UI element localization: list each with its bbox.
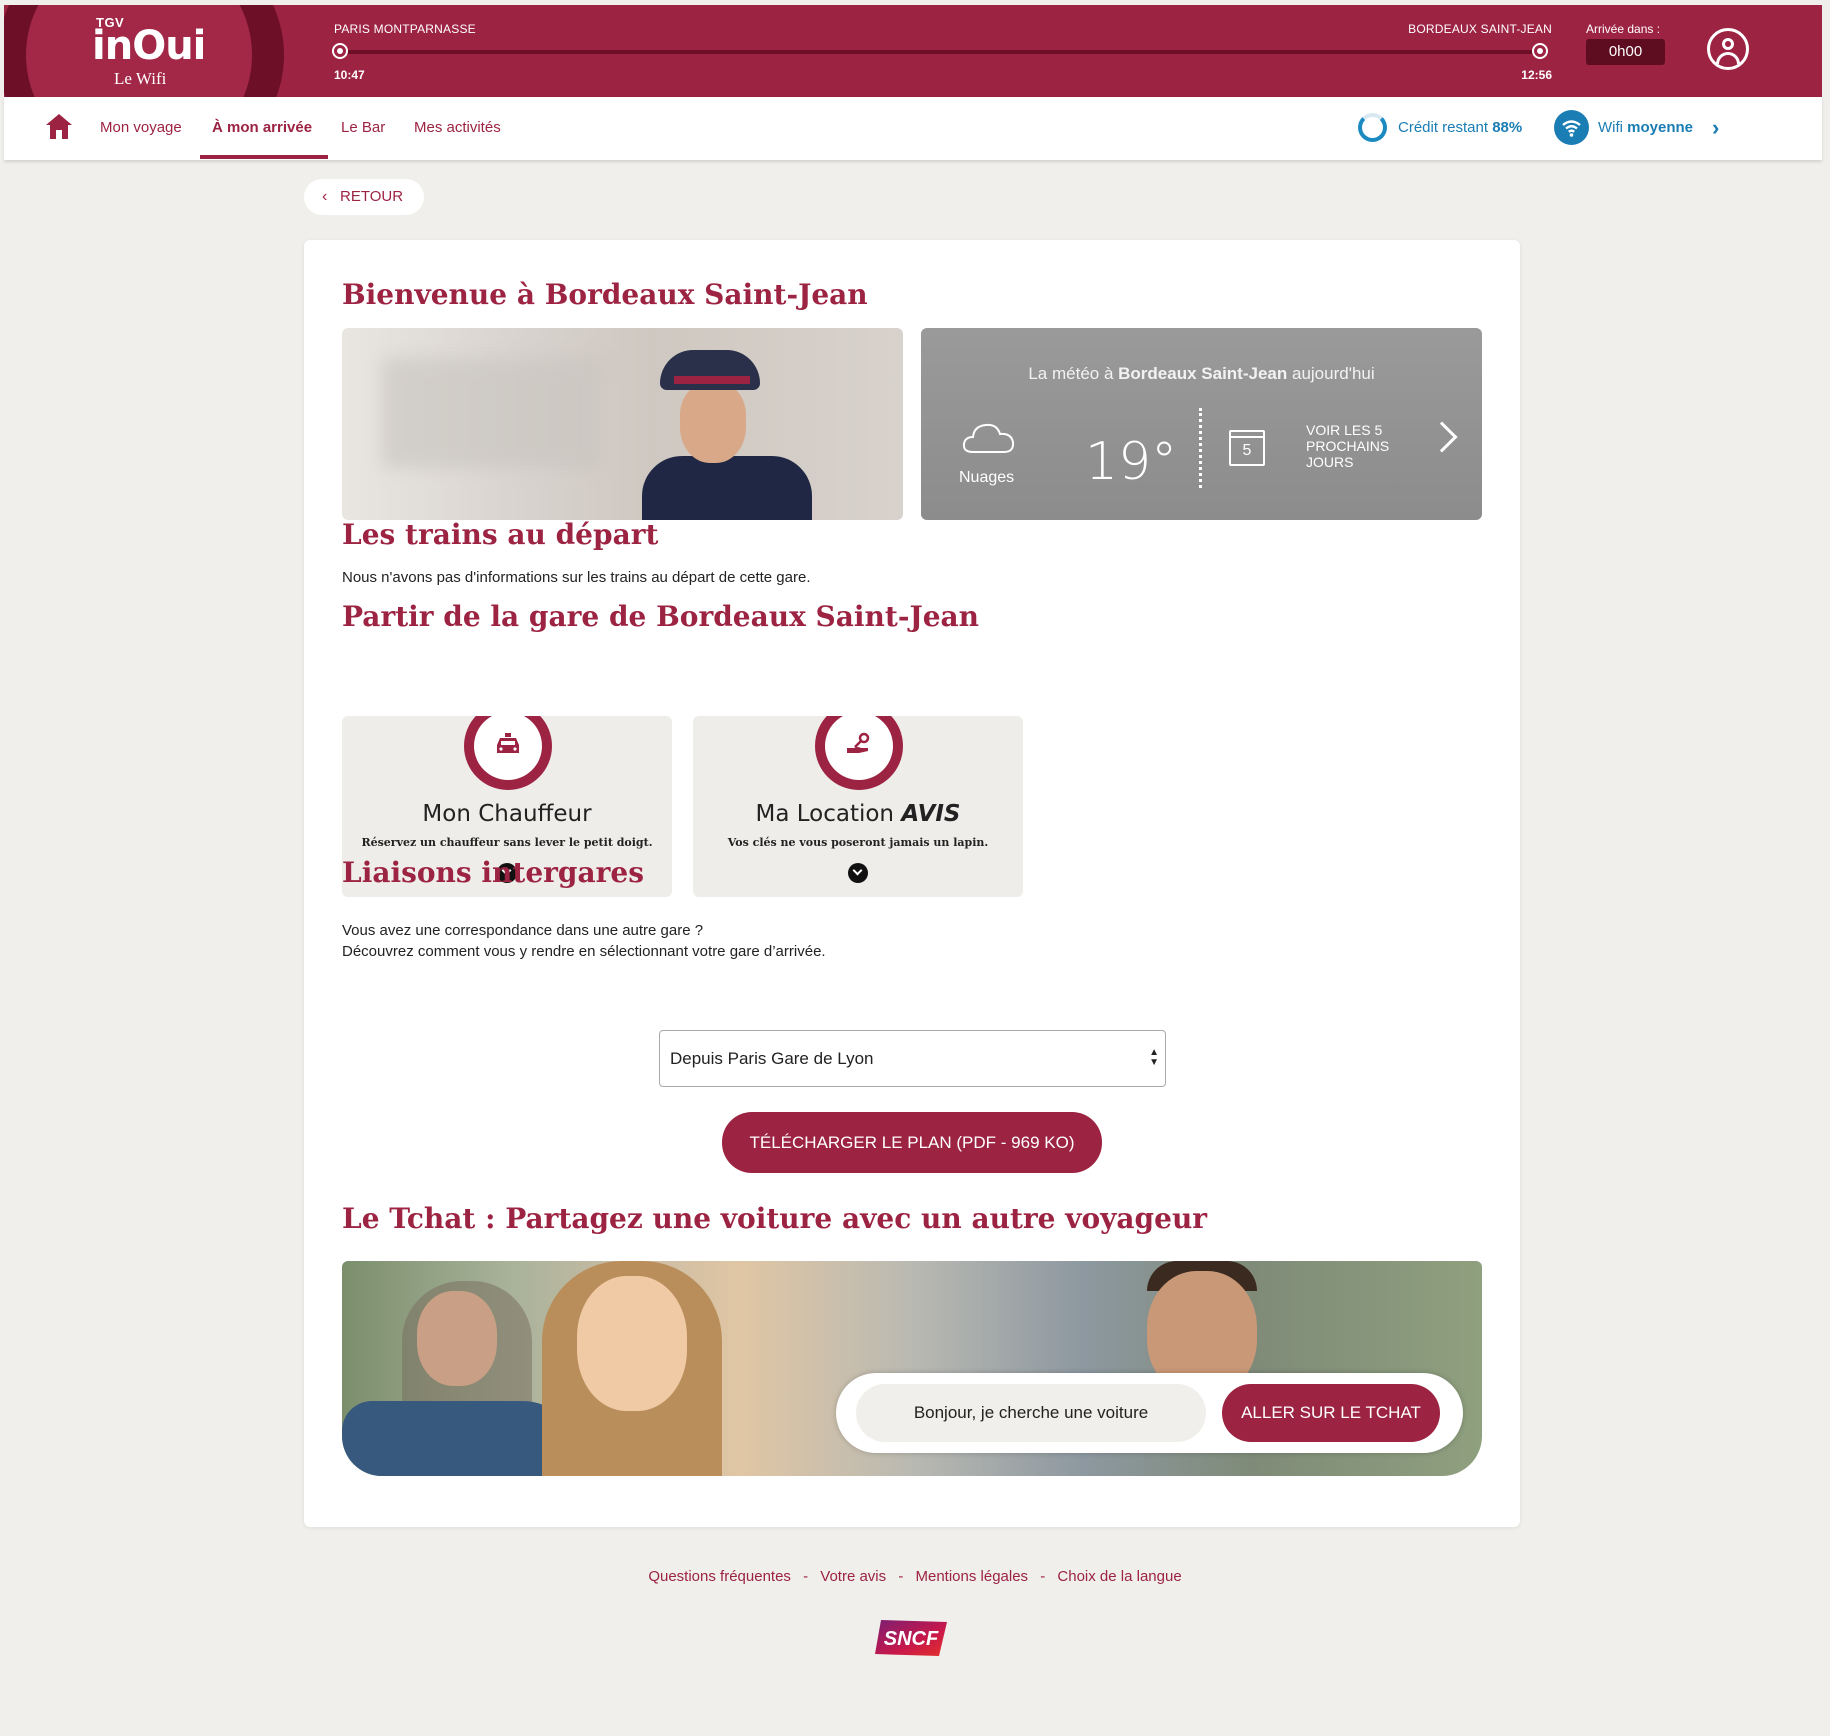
chat-cta: Bonjour, je cherche une voiture ALLER SU…: [836, 1373, 1463, 1453]
arrival-time: 12:56: [1521, 68, 1552, 82]
taxi-icon: [464, 716, 552, 790]
cloud-icon: [962, 423, 1015, 453]
weather-condition: Nuages: [959, 469, 1015, 486]
departures-message: Nous n'avons pas d'informations sur les …: [342, 569, 811, 586]
journey-progress-track: [344, 50, 1544, 54]
chat-banner: Bonjour, je cherche une voiture ALLER SU…: [342, 1261, 1482, 1476]
arrival-dot: [1532, 43, 1548, 59]
tile-description: Vos clés ne vous poseront jamais un lapi…: [727, 836, 989, 849]
weather-temperature: 19°: [1085, 432, 1178, 492]
sncf-logo: SNCF: [875, 1620, 947, 1656]
weather-widget: La météo à Bordeaux Saint-Jean aujourd'h…: [921, 328, 1482, 520]
tile-description: Réservez un chauffeur sans lever le peti…: [361, 836, 653, 849]
download-plan-button[interactable]: TÉLÉCHARGER LE PLAN (PDF - 969 KO): [722, 1112, 1102, 1173]
wifi-icon: [1554, 110, 1589, 145]
station-select-value: Depuis Paris Gare de Lyon: [670, 1049, 874, 1068]
departure-dot: [332, 43, 348, 59]
forecast-link[interactable]: VOIR LES 5 PROCHAINS JOURS: [1306, 422, 1416, 470]
nav-item-le-bar[interactable]: Le Bar: [341, 119, 385, 136]
chat-message-input[interactable]: Bonjour, je cherche une voiture: [856, 1384, 1206, 1442]
select-arrows-icon: ▲ ▼: [1149, 1047, 1159, 1068]
footer-link-legal[interactable]: Mentions légales: [915, 1568, 1028, 1585]
interstation-line2: Découvrez comment vous y rendre en sélec…: [342, 943, 826, 960]
calendar-icon[interactable]: 5: [1229, 430, 1265, 466]
leave-station-title: Partir de la gare de Bordeaux Saint-Jean: [342, 600, 980, 633]
arrival-card: Bienvenue à Bordeaux Saint-Jean La météo…: [304, 240, 1520, 1527]
footer-link-faq[interactable]: Questions fréquentes: [648, 1568, 791, 1585]
service-tile-avis[interactable]: Ma Location AVIS Vos clés ne vous posero…: [693, 716, 1023, 897]
chevron-right-icon[interactable]: [1426, 421, 1458, 453]
arrival-station: BORDEAUX SAINT-JEAN: [1408, 22, 1552, 36]
welcome-title: Bienvenue à Bordeaux Saint-Jean: [342, 278, 868, 311]
departure-station: PARIS MONTPARNASSE: [334, 22, 476, 36]
logo-inoui[interactable]: inOui: [92, 23, 206, 69]
station-select[interactable]: Depuis Paris Gare de Lyon ▲ ▼: [659, 1030, 1166, 1087]
main-nav: Mon voyage À mon arrivée Le Bar Mes acti…: [4, 97, 1822, 160]
car-key-icon: [815, 716, 903, 790]
wifi-label: Wifi: [1598, 119, 1623, 136]
chevron-left-icon: ‹: [322, 188, 328, 205]
footer-link-feedback[interactable]: Votre avis: [820, 1568, 886, 1585]
nav-item-mon-voyage[interactable]: Mon voyage: [100, 119, 182, 136]
credit-remaining[interactable]: Crédit restant 88%: [1398, 119, 1522, 136]
credit-gauge-icon: [1358, 113, 1387, 142]
logo-subtitle: Le Wifi: [114, 69, 167, 88]
departure-time: 10:47: [334, 68, 365, 82]
user-account-icon[interactable]: [1707, 28, 1749, 70]
credit-value: 88%: [1492, 119, 1523, 136]
chevron-right-icon[interactable]: ›: [1712, 115, 1719, 141]
weather-station: Bordeaux Saint-Jean: [1118, 364, 1288, 383]
footer-links: Questions fréquentes - Votre avis - Ment…: [648, 1568, 1182, 1585]
wifi-quality: moyenne: [1627, 119, 1694, 136]
credit-label: Crédit restant: [1398, 119, 1489, 136]
arrival-in-value: 0h00: [1586, 39, 1665, 65]
tile-title: Mon Chauffeur: [422, 801, 592, 827]
nav-active-indicator: [200, 155, 328, 159]
tile-title: Ma Location AVIS: [755, 801, 961, 827]
chevron-down-icon[interactable]: [848, 863, 868, 883]
home-icon[interactable]: [44, 111, 74, 141]
interstation-line1: Vous avez une correspondance dans une au…: [342, 922, 704, 939]
go-to-chat-button[interactable]: ALLER SUR LE TCHAT: [1222, 1384, 1440, 1442]
weather-title: La météo à Bordeaux Saint-Jean aujourd'h…: [1028, 364, 1375, 383]
weather-divider: [1199, 408, 1202, 488]
interstation-title: Liaisons intergares: [342, 856, 644, 889]
nav-item-mes-activites[interactable]: Mes activités: [414, 119, 501, 136]
avis-brand: AVIS: [901, 801, 961, 827]
back-button[interactable]: ‹ RETOUR: [304, 179, 424, 215]
footer-link-language[interactable]: Choix de la langue: [1057, 1568, 1181, 1585]
chat-title: Le Tchat : Partagez une voiture avec un …: [342, 1202, 1208, 1235]
wifi-status[interactable]: Wifi moyenne: [1598, 119, 1693, 136]
svg-text:SNCF: SNCF: [884, 1628, 939, 1650]
top-bar: TGV inOui Le Wifi PARIS MONTPARNASSE BOR…: [4, 5, 1822, 97]
back-label: RETOUR: [340, 188, 404, 205]
arrival-in-label: Arrivée dans :: [1586, 22, 1661, 36]
departures-title: Les trains au départ: [342, 518, 659, 551]
nav-item-a-mon-arrivee[interactable]: À mon arrivée: [212, 119, 312, 136]
welcome-image: [342, 328, 903, 520]
